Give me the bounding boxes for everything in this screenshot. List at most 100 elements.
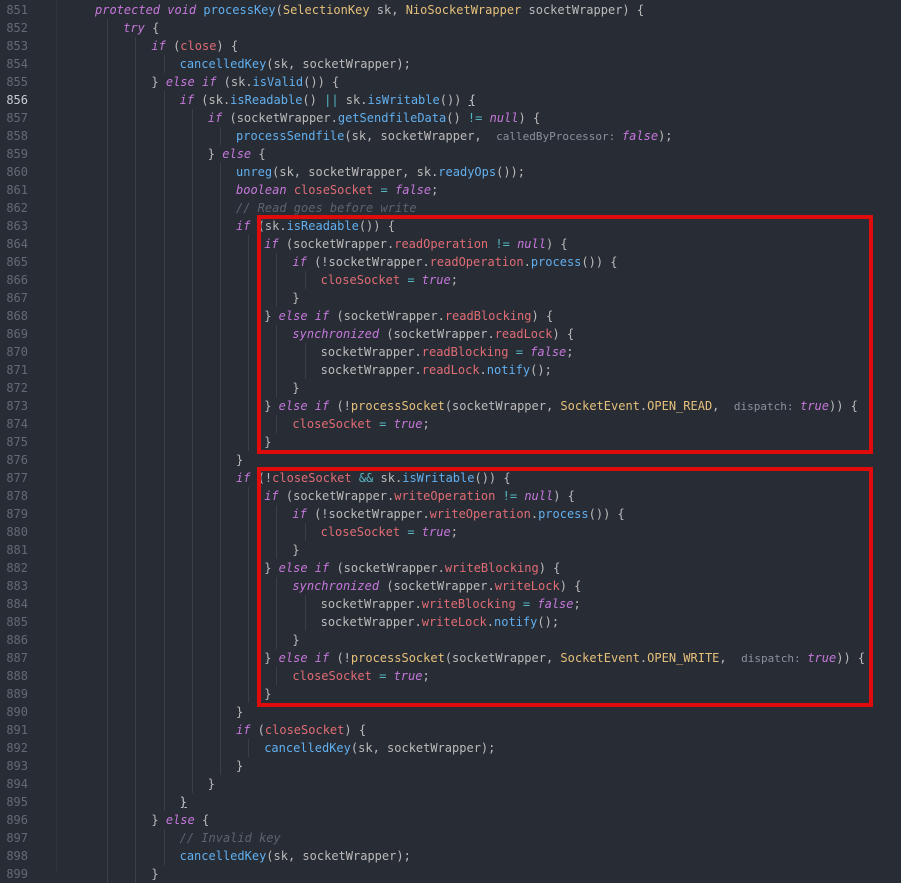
code-line[interactable]: if (socketWrapper.readOperation != null)… (264, 235, 567, 253)
code-line[interactable]: if (socketWrapper.writeOperation != null… (264, 487, 575, 505)
code-token: closeSocket (293, 183, 374, 197)
line-number: 883 (6, 579, 28, 593)
code-line[interactable]: } (292, 541, 299, 559)
indent-guide (191, 109, 193, 127)
indent-guide (135, 631, 137, 649)
indent-guide (191, 685, 193, 703)
indent-guide (163, 595, 165, 613)
indent-guide (191, 469, 193, 487)
code-line[interactable]: synchronized (socketWrapper.readLock) { (292, 325, 574, 343)
code-line[interactable]: if (socketWrapper.getSendfileData() != n… (208, 109, 540, 127)
code-line[interactable]: try { (123, 19, 159, 37)
indent-guide (107, 37, 109, 55)
indent-guide (248, 307, 250, 325)
indent-guide (304, 271, 306, 289)
indent-guide (163, 91, 165, 109)
code-line[interactable]: } (264, 685, 271, 703)
indent-guide (248, 415, 250, 433)
code-line[interactable]: } (236, 757, 243, 775)
code-line[interactable]: socketWrapper.writeLock.notify(); (321, 613, 559, 631)
code-token: } (292, 381, 300, 395)
code-line[interactable]: // Read goes before write (236, 199, 417, 217)
code-token: NioSocketWrapper (405, 3, 522, 17)
indent-guide (163, 181, 165, 199)
indent-guide (135, 325, 137, 343)
code-line[interactable]: } (236, 451, 243, 469)
code-line[interactable]: closeSocket = true; (292, 667, 429, 685)
code-line[interactable]: if (!closeSocket && sk.isWritable()) { (236, 469, 511, 487)
code-token: close (180, 39, 217, 53)
code-token: ( (275, 3, 283, 17)
indent-guide (107, 253, 109, 271)
line-number: 864 (6, 237, 28, 251)
code-token: . (523, 255, 531, 269)
code-line[interactable]: } else if (!processSocket(socketWrapper,… (264, 649, 865, 667)
code-line[interactable]: cancelledKey(sk, socketWrapper); (180, 847, 411, 865)
code-line[interactable]: } else if (socketWrapper.readBlocking) { (264, 307, 553, 325)
code-line[interactable]: if (!socketWrapper.readOperation.process… (292, 253, 617, 271)
code-token: ) { (518, 111, 541, 125)
code-line[interactable]: processSendfile(sk, socketWrapper, calle… (236, 127, 673, 145)
code-line[interactable]: } (292, 289, 299, 307)
code-line[interactable]: } (151, 865, 158, 883)
line-number: 895 (6, 795, 28, 809)
indent-guide (276, 289, 278, 307)
code-token: } (264, 561, 279, 575)
code-line[interactable]: cancelledKey(sk, socketWrapper); (264, 739, 495, 757)
line-number: 889 (6, 687, 28, 701)
indent-guide (163, 487, 165, 505)
indent-guide (135, 181, 137, 199)
code-line[interactable]: if (!socketWrapper.writeOperation.proces… (292, 505, 624, 523)
code-line[interactable]: socketWrapper.writeBlocking = false; (321, 595, 581, 613)
code-token: (sk, socketWrapper, sk. (272, 165, 439, 179)
code-line[interactable]: synchronized (socketWrapper.writeLock) { (292, 577, 581, 595)
code-line[interactable]: } (292, 379, 299, 397)
code-line[interactable]: } (236, 703, 243, 721)
code-line[interactable]: } else { (151, 811, 209, 829)
indent-guide (163, 361, 165, 379)
code-line[interactable]: cancelledKey(sk, socketWrapper); (180, 55, 411, 73)
code-line[interactable]: // Invalid key (180, 829, 281, 847)
code-line[interactable]: closeSocket = true; (321, 271, 458, 289)
code-line[interactable]: } else if (socketWrapper.writeBlocking) … (264, 559, 560, 577)
code-line[interactable]: protected void processKey(SelectionKey s… (95, 1, 644, 19)
indent-guide (107, 451, 109, 469)
indent-guide (276, 595, 278, 613)
code-line[interactable]: } (264, 433, 271, 451)
code-line[interactable]: if (close) { (151, 37, 238, 55)
code-token: (sk. (216, 75, 253, 89)
code-token: // Read goes before write (236, 201, 417, 215)
code-line[interactable]: closeSocket = true; (292, 415, 429, 433)
code-line[interactable]: } else { (208, 145, 266, 163)
indent-guide (135, 667, 137, 685)
code-line[interactable]: } else if (!processSocket(socketWrapper,… (264, 397, 858, 415)
code-token: OPEN_WRITE (647, 651, 720, 665)
code-line[interactable]: } (180, 793, 187, 811)
code-editor[interactable]: 851 852 853 854 855 856 857 858 859 860 861 862 863 8… (0, 0, 901, 883)
code-line[interactable]: if (closeSocket) { (236, 721, 366, 739)
indent-guide (191, 541, 193, 559)
code-line[interactable]: } (292, 631, 299, 649)
indent-guide (135, 343, 137, 361)
code-line[interactable]: } else if (sk.isValid()) { (151, 73, 339, 91)
code-token: } (151, 813, 166, 827)
code-token: != (495, 237, 510, 251)
code-line[interactable]: if (sk.isReadable()) { (236, 217, 395, 235)
code-line[interactable]: } (208, 775, 215, 793)
code-line[interactable]: if (sk.isReadable() || sk.isWritable()) … (180, 91, 476, 109)
indent-guide (220, 505, 221, 523)
code-token: (sk, socketWrapper); (350, 741, 496, 755)
indent-guide (107, 649, 109, 667)
indent-guide (135, 199, 137, 217)
indent-guide (191, 523, 193, 541)
line-number: 869 (6, 327, 28, 341)
code-token: = (515, 345, 523, 359)
code-token: ) { (552, 327, 575, 341)
code-line[interactable]: boolean closeSocket = false; (236, 181, 438, 199)
code-line[interactable]: closeSocket = true; (321, 523, 458, 541)
code-line[interactable]: socketWrapper.readBlocking = false; (321, 343, 574, 361)
code-line[interactable]: socketWrapper.readLock.notify(); (321, 361, 552, 379)
code-line[interactable]: unreg(sk, socketWrapper, sk.readyOps()); (236, 163, 525, 181)
indent-guide (248, 631, 250, 649)
